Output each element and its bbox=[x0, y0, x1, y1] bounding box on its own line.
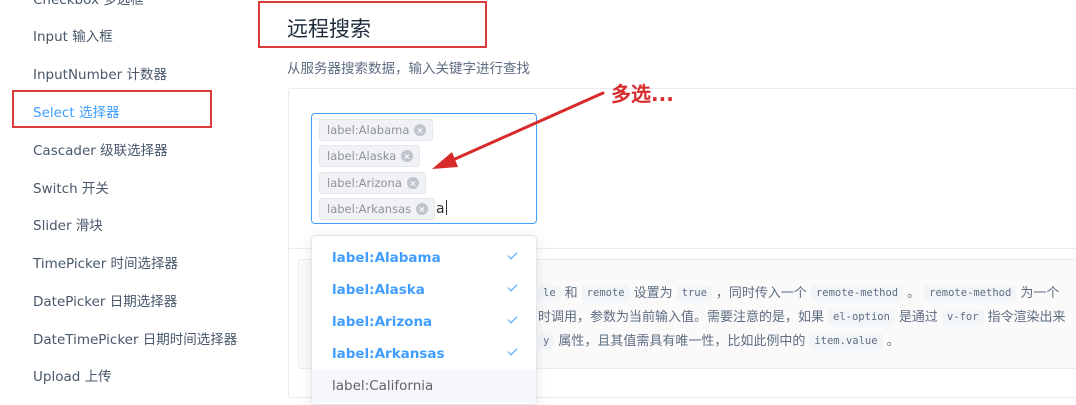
annotation-label: 多选... bbox=[611, 82, 674, 106]
annotation-arrow-icon bbox=[432, 91, 605, 169]
